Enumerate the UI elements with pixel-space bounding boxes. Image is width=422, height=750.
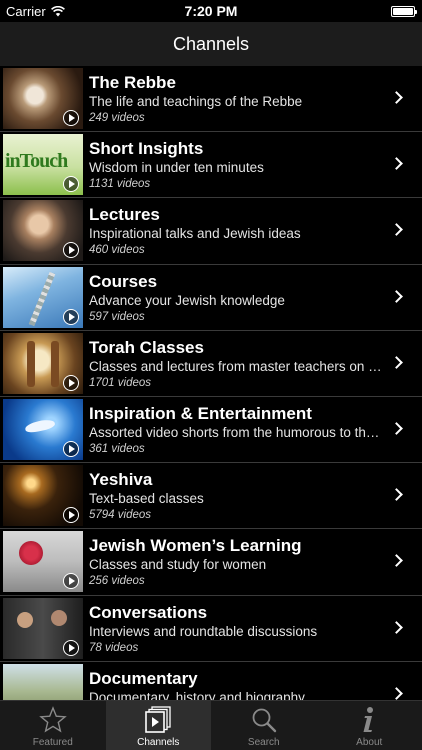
- channel-row-conversations[interactable]: Conversations Interviews and roundtable …: [0, 595, 422, 662]
- channel-title: Jewish Women’s Learning: [89, 536, 302, 556]
- channel-subtitle: Assorted video shorts from the humorous …: [89, 424, 385, 440]
- tab-label: Channels: [137, 737, 180, 748]
- star-icon: [38, 705, 68, 735]
- channel-subtitle: Inspirational talks and Jewish ideas: [89, 226, 301, 242]
- tab-featured[interactable]: Featured: [0, 701, 106, 750]
- play-icon: [63, 374, 79, 391]
- channel-thumbnail: [3, 200, 83, 262]
- channel-video-count: 5794 videos: [89, 509, 152, 522]
- chevron-right-icon: [390, 620, 403, 634]
- channel-subtitle: Wisdom in under ten minutes: [89, 160, 264, 176]
- channel-title: Inspiration & Entertainment: [89, 403, 312, 423]
- channel-thumbnail: [3, 68, 83, 129]
- channel-thumbnail: [3, 663, 83, 700]
- channel-subtitle: Classes and lectures from master teacher…: [89, 358, 385, 374]
- channel-thumbnail: inTouch: [3, 134, 83, 196]
- info-icon: [354, 705, 384, 735]
- channel-thumbnail: [3, 531, 83, 593]
- channel-subtitle: The life and teachings of the Rebbe: [89, 94, 303, 109]
- channel-row-jewish-womens-learning[interactable]: Jewish Women’s Learning Classes and stud…: [0, 529, 422, 596]
- play-icon: [63, 639, 79, 656]
- tab-label: Featured: [32, 737, 73, 748]
- channel-row-the-rebbe[interactable]: The Rebbe The life and teachings of the …: [0, 66, 422, 133]
- channel-title: Yeshiva: [89, 470, 153, 490]
- channel-subtitle: Text-based classes: [89, 491, 204, 507]
- tab-search[interactable]: Search: [211, 701, 317, 750]
- channel-video-count: 460 videos: [89, 244, 145, 257]
- tab-label: Search: [247, 737, 280, 748]
- channel-thumbnail: [3, 398, 83, 460]
- channel-video-count: 597 videos: [89, 310, 145, 323]
- channel-row-yeshiva[interactable]: Yeshiva Text-based classes 5794 videos: [0, 463, 422, 530]
- page-title: Channels: [172, 33, 250, 54]
- channel-title: Short Insights: [89, 139, 204, 159]
- channel-thumbnail: [3, 266, 83, 328]
- channel-title: Documentary: [89, 668, 198, 688]
- play-icon: [63, 440, 79, 457]
- channel-row-short-insights[interactable]: inTouch Short Insights Wisdom in under t…: [0, 132, 422, 199]
- channel-row-documentary[interactable]: Documentary Documentary, history and bio…: [0, 661, 422, 700]
- channel-video-count: 78 videos: [89, 641, 139, 654]
- search-icon: [249, 705, 279, 735]
- channel-row-courses[interactable]: Courses Advance your Jewish knowledge 59…: [0, 264, 422, 331]
- channel-video-count: 361 videos: [89, 442, 145, 455]
- chevron-right-icon: [390, 223, 403, 237]
- channel-title: Torah Classes: [89, 337, 204, 357]
- channel-thumbnail: [3, 332, 83, 394]
- channel-row-torah-classes[interactable]: Torah Classes Classes and lectures from …: [0, 330, 422, 397]
- play-icon: [63, 507, 79, 524]
- chevron-right-icon: [390, 289, 403, 303]
- channel-row-lectures[interactable]: Lectures Inspirational talks and Jewish …: [0, 198, 422, 265]
- channel-subtitle: Advance your Jewish knowledge: [89, 292, 285, 308]
- channel-subtitle: Documentary, history and biography: [89, 689, 305, 700]
- status-time: 7:20 PM: [184, 3, 238, 19]
- status-bar: Carrier 7:20 PM: [0, 0, 422, 22]
- channel-thumbnail: [3, 465, 83, 527]
- channel-video-count: 1131 videos: [89, 178, 151, 191]
- intouch-logo: inTouch: [5, 150, 68, 173]
- channel-video-count: 256 videos: [89, 575, 145, 588]
- channels-icon: [143, 705, 173, 735]
- tab-bar: Featured Channels Search About: [0, 700, 422, 750]
- channel-title: Conversations: [89, 602, 208, 622]
- chevron-right-icon: [390, 488, 403, 501]
- play-icon: [63, 110, 79, 126]
- channel-title: Courses: [89, 271, 158, 291]
- chevron-right-icon: [390, 91, 403, 104]
- tab-label: About: [356, 737, 383, 748]
- chevron-right-icon: [390, 157, 403, 171]
- chevron-right-icon: [390, 422, 403, 435]
- channel-title: Lectures: [89, 205, 160, 225]
- channel-thumbnail: [3, 597, 83, 659]
- chevron-right-icon: [390, 355, 403, 369]
- battery-icon: [391, 6, 417, 17]
- channel-subtitle: Classes and study for women: [89, 557, 267, 573]
- channel-subtitle: Interviews and roundtable discussions: [89, 623, 318, 639]
- chevron-right-icon: [390, 554, 403, 568]
- tab-channels[interactable]: Channels: [105, 701, 211, 750]
- channel-video-count: 249 videos: [89, 112, 145, 124]
- play-icon: [63, 308, 79, 325]
- channel-title: The Rebbe: [89, 73, 176, 92]
- navigation-bar: Channels: [0, 22, 422, 66]
- channel-video-count: 1701 videos: [89, 376, 152, 389]
- tab-about[interactable]: About: [317, 701, 422, 750]
- chevron-right-icon: [390, 686, 403, 700]
- channel-row-inspiration-entertainment[interactable]: Inspiration & Entertainment Assorted vid…: [0, 396, 422, 464]
- channel-list[interactable]: The Rebbe The life and teachings of the …: [0, 66, 422, 700]
